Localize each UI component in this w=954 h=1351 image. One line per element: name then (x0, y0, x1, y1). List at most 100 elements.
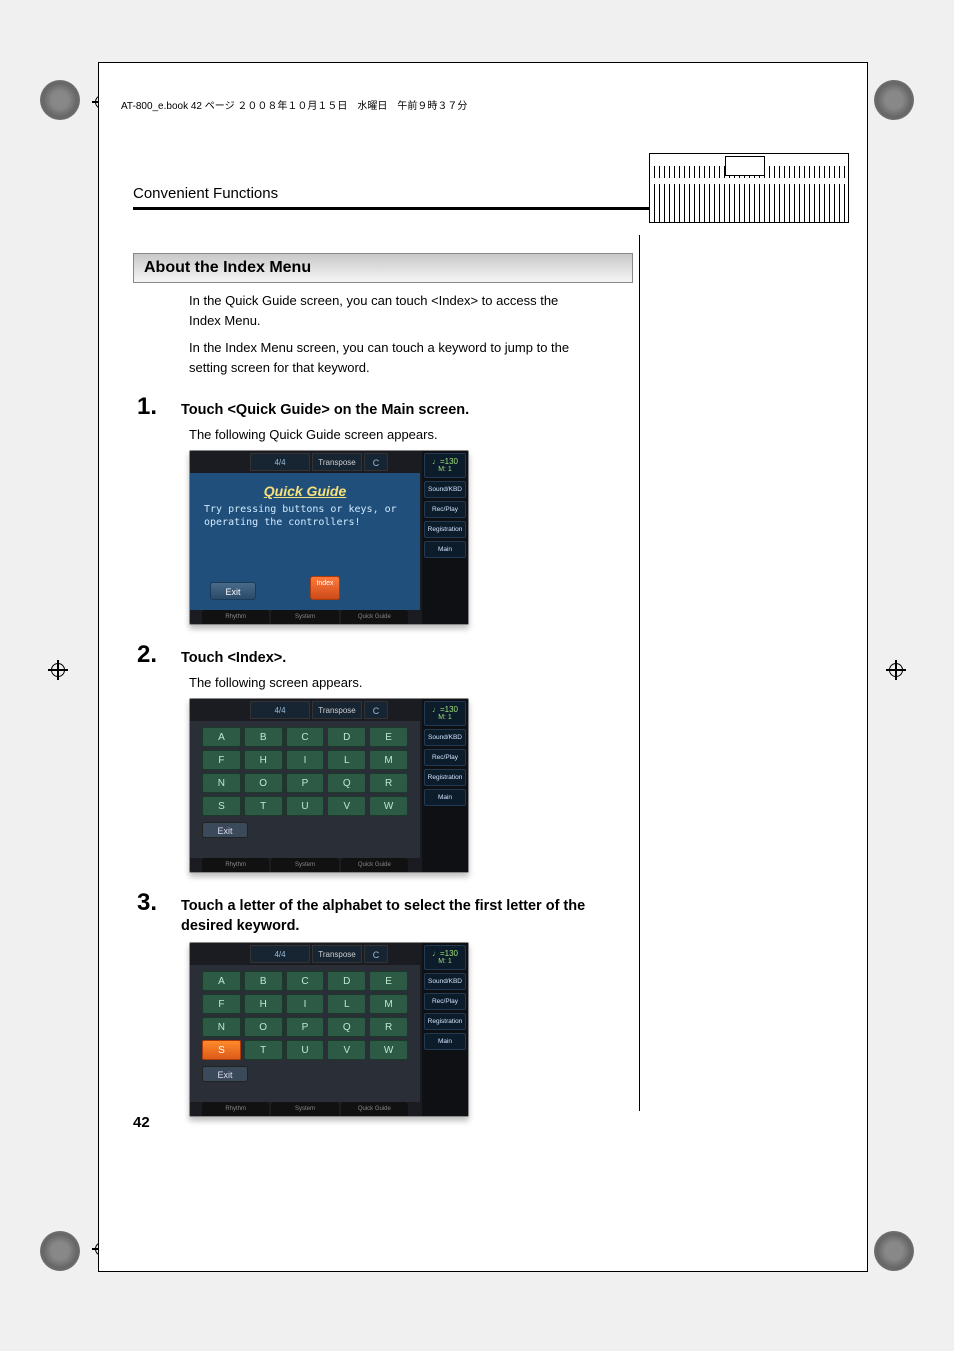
letter-e[interactable]: E (369, 971, 408, 991)
letter-q[interactable]: Q (327, 773, 366, 793)
letter-e[interactable]: E (369, 727, 408, 747)
transpose-label: Transpose (312, 945, 362, 963)
index-letter-grid: A B C D E F H I L M N O P Q R S T (190, 721, 420, 818)
printers-mark-top-left (40, 80, 80, 120)
letter-c[interactable]: C (286, 971, 325, 991)
time-signature: 4/4 (250, 453, 310, 471)
letter-b[interactable]: B (244, 971, 283, 991)
side-sound-kbd[interactable]: Sound/KBD (424, 973, 466, 990)
tempo-display: ♩=130 M: 1 (424, 701, 466, 726)
letter-t[interactable]: T (244, 1040, 283, 1060)
transpose-value: C (364, 945, 388, 963)
letter-a[interactable]: A (202, 971, 241, 991)
letter-l[interactable]: L (327, 994, 366, 1014)
letter-v[interactable]: V (327, 796, 366, 816)
side-registration[interactable]: Registration (424, 521, 466, 538)
printers-mark-bottom-left (40, 1231, 80, 1271)
step-number: 2. (133, 641, 181, 669)
side-rec-play[interactable]: Rec/Play (424, 993, 466, 1010)
letter-a[interactable]: A (202, 727, 241, 747)
step-1-sub: The following Quick Guide screen appears… (189, 427, 633, 442)
letter-v[interactable]: V (327, 1040, 366, 1060)
letter-f[interactable]: F (202, 994, 241, 1014)
letter-h[interactable]: H (244, 994, 283, 1014)
side-main[interactable]: Main (424, 1033, 466, 1050)
section-title: Convenient Functions (133, 185, 278, 202)
side-rec-play[interactable]: Rec/Play (424, 501, 466, 518)
letter-p[interactable]: P (286, 773, 325, 793)
screenshot-index-menu: 4/4 Transpose C A B C D E F H I L M N O (189, 698, 469, 873)
tab-system[interactable]: System (271, 858, 338, 872)
side-main[interactable]: Main (424, 789, 466, 806)
quick-guide-title: Quick Guide (190, 473, 420, 499)
transpose-label: Transpose (312, 453, 362, 471)
running-head: AT-800_e.book 42 ページ ２００８年１０月１５日 水曜日 午前９… (121, 97, 467, 112)
printers-mark-bottom-right (874, 1231, 914, 1271)
page-sheet: AT-800_e.book 42 ページ ２００８年１０月１５日 水曜日 午前９… (98, 62, 868, 1272)
step-title: Touch <Index>. (181, 649, 633, 669)
step-number: 1. (133, 393, 181, 421)
side-sound-kbd[interactable]: Sound/KBD (424, 481, 466, 498)
tab-quick-guide[interactable]: Quick Guide (341, 1102, 408, 1116)
letter-t[interactable]: T (244, 796, 283, 816)
letter-f[interactable]: F (202, 750, 241, 770)
letter-i[interactable]: I (286, 750, 325, 770)
time-signature: 4/4 (250, 945, 310, 963)
tempo-display: ♩=130 M: 1 (424, 945, 466, 970)
index-letter-grid: A B C D E F H I L M N O P Q R S T (190, 965, 420, 1062)
tab-system[interactable]: System (271, 610, 338, 624)
transpose-value: C (364, 453, 388, 471)
index-button[interactable]: Index (310, 576, 340, 600)
letter-p[interactable]: P (286, 1017, 325, 1037)
letter-r[interactable]: R (369, 1017, 408, 1037)
side-registration[interactable]: Registration (424, 1013, 466, 1030)
exit-button[interactable]: Exit (202, 822, 248, 838)
letter-n[interactable]: N (202, 773, 241, 793)
page-number: 42 (133, 1114, 150, 1131)
step-2-sub: The following screen appears. (189, 675, 633, 690)
tab-quick-guide[interactable]: Quick Guide (341, 858, 408, 872)
side-sound-kbd[interactable]: Sound/KBD (424, 729, 466, 746)
letter-c[interactable]: C (286, 727, 325, 747)
letter-q[interactable]: Q (327, 1017, 366, 1037)
intro-line-2: In the Index Menu screen, you can touch … (189, 338, 577, 377)
tab-rhythm[interactable]: Rhythm (202, 1102, 269, 1116)
letter-d[interactable]: D (327, 971, 366, 991)
quick-guide-body: Try pressing buttons or keys, or operati… (190, 499, 420, 533)
letter-b[interactable]: B (244, 727, 283, 747)
side-registration[interactable]: Registration (424, 769, 466, 786)
letter-l[interactable]: L (327, 750, 366, 770)
letter-r[interactable]: R (369, 773, 408, 793)
step-1: 1. Touch <Quick Guide> on the Main scree… (133, 393, 633, 421)
letter-u[interactable]: U (286, 796, 325, 816)
letter-d[interactable]: D (327, 727, 366, 747)
tab-system[interactable]: System (271, 1102, 338, 1116)
letter-s-selected[interactable]: S (202, 1040, 241, 1060)
tab-rhythm[interactable]: Rhythm (202, 610, 269, 624)
letter-o[interactable]: O (244, 773, 283, 793)
instrument-panel-illustration (649, 153, 849, 223)
letter-o[interactable]: O (244, 1017, 283, 1037)
side-rec-play[interactable]: Rec/Play (424, 749, 466, 766)
letter-n[interactable]: N (202, 1017, 241, 1037)
letter-m[interactable]: M (369, 994, 408, 1014)
tab-rhythm[interactable]: Rhythm (202, 858, 269, 872)
letter-s[interactable]: S (202, 796, 241, 816)
letter-w[interactable]: W (369, 1040, 408, 1060)
letter-h[interactable]: H (244, 750, 283, 770)
transpose-value: C (364, 701, 388, 719)
exit-button[interactable]: Exit (202, 1066, 248, 1082)
side-main[interactable]: Main (424, 541, 466, 558)
intro-line-1: In the Quick Guide screen, you can touch… (189, 291, 577, 330)
screenshot-quick-guide: 4/4 Transpose C Quick Guide Try pressing… (189, 450, 469, 625)
letter-w[interactable]: W (369, 796, 408, 816)
subheading-about-index-menu: About the Index Menu (133, 253, 633, 283)
letter-u[interactable]: U (286, 1040, 325, 1060)
tab-quick-guide[interactable]: Quick Guide (341, 610, 408, 624)
registration-mark (48, 660, 68, 680)
column-rule (639, 235, 640, 1111)
exit-button[interactable]: Exit (210, 582, 256, 600)
letter-i[interactable]: I (286, 994, 325, 1014)
letter-m[interactable]: M (369, 750, 408, 770)
time-signature: 4/4 (250, 701, 310, 719)
